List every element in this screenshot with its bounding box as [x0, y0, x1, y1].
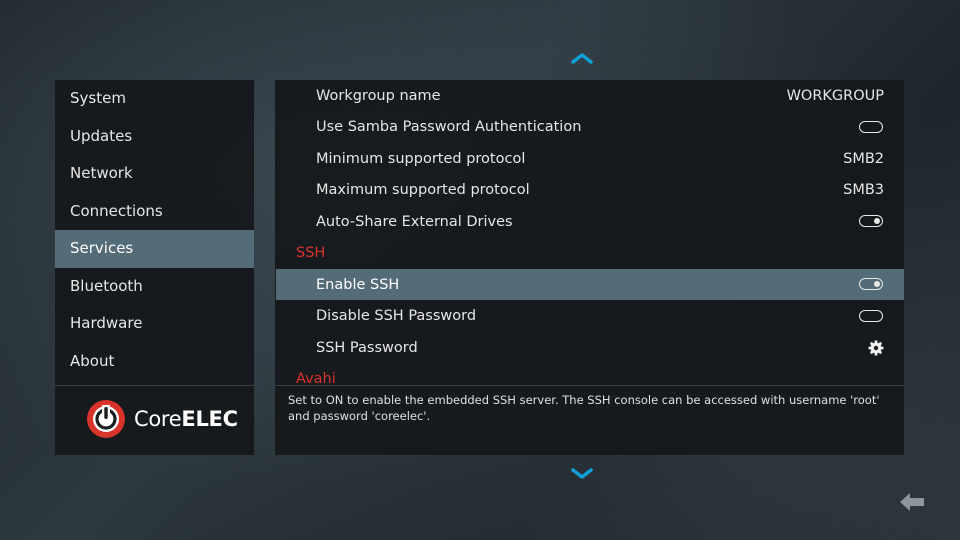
sidebar-item-hardware[interactable]: Hardware — [55, 305, 254, 343]
gear-icon[interactable] — [868, 340, 884, 356]
sidebar: System Updates Network Connections Servi… — [55, 80, 254, 455]
sidebar-item-services[interactable]: Services — [55, 230, 254, 268]
settings-list: Workgroup name WORKGROUP Use Samba Passw… — [275, 80, 904, 385]
setting-workgroup-name[interactable]: Workgroup name WORKGROUP — [276, 80, 904, 111]
sidebar-item-updates[interactable]: Updates — [55, 118, 254, 156]
sidebar-divider — [55, 385, 254, 386]
toggle-on-icon[interactable] — [859, 215, 883, 227]
setting-min-protocol[interactable]: Minimum supported protocol SMB2 — [276, 143, 904, 174]
setting-enable-ssh[interactable]: Enable SSH — [276, 269, 904, 300]
settings-panel: Workgroup name WORKGROUP Use Samba Passw… — [275, 80, 904, 455]
sidebar-item-network[interactable]: Network — [55, 155, 254, 193]
power-logo-icon — [87, 400, 125, 438]
section-header-avahi: Avahi — [296, 371, 336, 385]
sidebar-item-connections[interactable]: Connections — [55, 193, 254, 231]
setting-ssh-password[interactable]: SSH Password — [276, 332, 904, 363]
scroll-down-arrow-icon[interactable] — [571, 468, 593, 480]
setting-value: WORKGROUP — [786, 87, 884, 104]
toggle-off-icon[interactable] — [859, 120, 883, 133]
setting-max-protocol[interactable]: Maximum supported protocol SMB3 — [276, 175, 904, 206]
description-divider — [275, 385, 904, 386]
setting-description: Set to ON to enable the embedded SSH ser… — [288, 393, 880, 423]
setting-value: SMB2 — [843, 150, 884, 167]
setting-samba-password-auth[interactable]: Use Samba Password Authentication — [276, 112, 904, 143]
back-arrow-icon[interactable] — [898, 491, 926, 513]
setting-value: SMB3 — [843, 182, 884, 198]
toggle-on-icon[interactable] — [859, 278, 883, 290]
logo-wordmark: CoreELEC — [134, 407, 238, 431]
setting-auto-share[interactable]: Auto-Share External Drives — [276, 206, 904, 237]
coreelec-logo: CoreELEC — [85, 394, 238, 444]
setting-disable-ssh-password[interactable]: Disable SSH Password — [276, 301, 904, 332]
sidebar-item-system[interactable]: System — [55, 80, 254, 118]
sidebar-item-bluetooth[interactable]: Bluetooth — [55, 268, 254, 306]
section-header-ssh: SSH — [296, 245, 326, 261]
scroll-up-arrow-icon[interactable] — [571, 52, 593, 64]
sidebar-item-about[interactable]: About — [55, 343, 254, 381]
toggle-off-icon[interactable] — [859, 309, 883, 322]
